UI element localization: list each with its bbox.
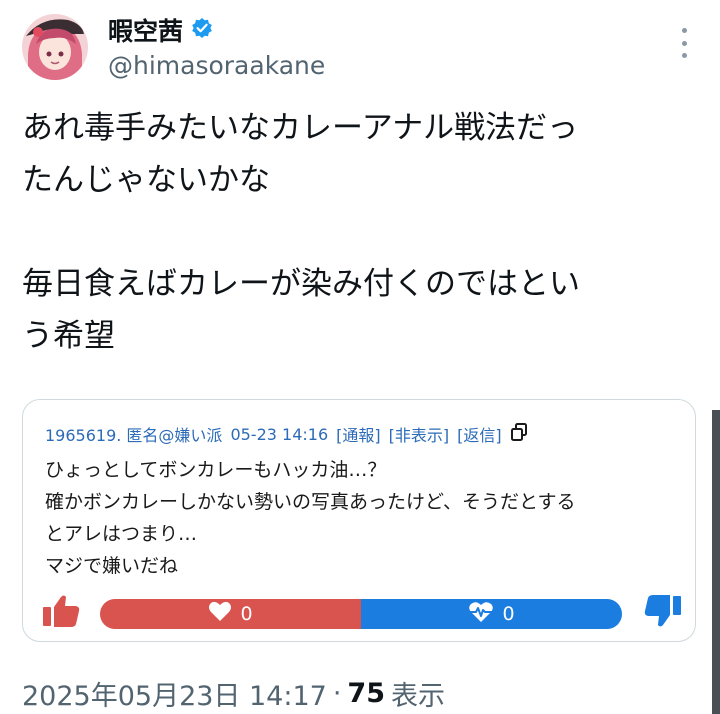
thumbs-up-icon[interactable] [41, 593, 81, 633]
more-options-icon[interactable] [676, 28, 692, 58]
avatar[interactable] [22, 14, 88, 80]
dislike-vote-segment[interactable]: 0 [361, 599, 622, 629]
comment-body: ひょっとしてボンカレーもハッカ油…？ 確かボンカレーしかない勢いの写真あったけど… [45, 459, 576, 577]
post-timestamp[interactable]: 2025年05月23日 14:17 [22, 674, 327, 713]
views-count: 75 [347, 678, 385, 709]
comment-datetime: 05-23 14:16 [230, 424, 329, 444]
post-footer: 2025年05月23日 14:17 · 75 表示 [22, 674, 445, 713]
quoted-comment-card[interactable]: 1965619. 匿名@嫌い派 05-23 14:16 [通報] [非表示] [… [22, 399, 696, 642]
reply-link[interactable]: [返信] [457, 422, 502, 446]
post-text: あれ毒手みたいなカレーアナル戦法だっ たんじゃないかな 毎日食えばカレーが染み付… [22, 110, 580, 354]
verified-badge-icon [191, 16, 213, 45]
dislike-count: 0 [502, 603, 515, 625]
display-name-text[interactable]: 暇空茜 [108, 12, 183, 48]
user-handle[interactable]: @himasoraakane [108, 51, 325, 80]
heart-icon [208, 601, 232, 627]
footer-separator: · [332, 678, 342, 709]
comment-meta: 1965619. 匿名@嫌い派 05-23 14:16 [通報] [非表示] [… [45, 422, 530, 446]
display-name[interactable]: 暇空茜 [108, 12, 213, 48]
thumbs-down-icon[interactable] [643, 593, 683, 633]
views-label: 表示 [391, 681, 445, 712]
like-vote-segment[interactable]: 0 [100, 599, 361, 629]
vote-bar: 0 0 [100, 599, 622, 629]
copy-icon[interactable] [510, 423, 530, 445]
heart-pulse-icon [468, 601, 494, 628]
report-link[interactable]: [通報] [336, 422, 381, 446]
hide-link[interactable]: [非表示] [389, 422, 450, 446]
comment-id-author[interactable]: 1965619. 匿名@嫌い派 [45, 422, 222, 446]
like-count: 0 [240, 603, 253, 625]
scrollbar[interactable] [712, 410, 720, 714]
